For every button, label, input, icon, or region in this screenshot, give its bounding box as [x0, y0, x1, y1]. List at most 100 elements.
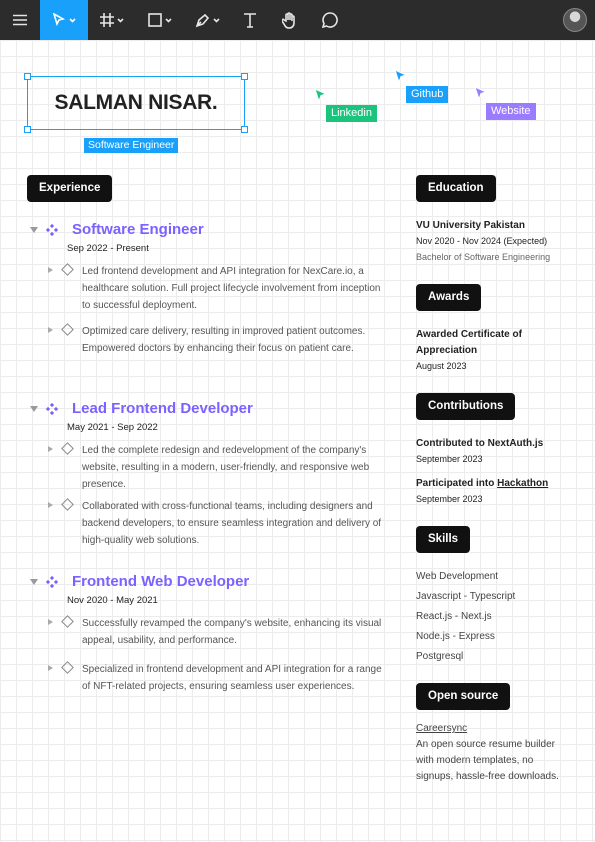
- linkedin-link[interactable]: Linkedin: [326, 105, 377, 122]
- award-title-line1: Awarded Certificate of: [416, 329, 522, 340]
- avatar[interactable]: [563, 8, 587, 32]
- list-item: Led the complete redesign and redevelopm…: [48, 442, 383, 493]
- job-title: Lead Frontend Developer: [72, 400, 253, 417]
- rectangle-icon: [148, 13, 162, 27]
- frame-icon: [100, 13, 114, 27]
- diamond-icon: [61, 442, 74, 455]
- education-dates: Nov 2020 - Nov 2024 (Expected): [416, 236, 548, 246]
- list-item: Specialized in frontend development and …: [48, 661, 383, 695]
- resize-handle[interactable]: [241, 73, 248, 80]
- caret-right-icon[interactable]: [48, 446, 53, 452]
- website-cursor-icon: [474, 86, 487, 100]
- bullet-text: Led frontend development and API integra…: [82, 266, 381, 311]
- resize-handle[interactable]: [241, 126, 248, 133]
- open-source-description: signups, hassle-free downloads.: [416, 771, 559, 782]
- caret-right-icon[interactable]: [48, 327, 53, 333]
- comment-icon: [322, 12, 338, 28]
- caret-right-icon[interactable]: [48, 267, 53, 273]
- job-date: Nov 2020 - May 2021: [67, 595, 158, 606]
- open-source-description: An open source resume builder: [416, 739, 555, 750]
- diamond-icon: [61, 615, 74, 628]
- diamond-icon: [61, 498, 74, 511]
- caret-right-icon[interactable]: [48, 619, 53, 625]
- education-degree: Bachelor of Software Engineering: [416, 252, 551, 262]
- contributions-heading: Contributions: [416, 393, 516, 420]
- diamond-icon: [61, 661, 74, 674]
- job-date: Sep 2022 - Present: [67, 243, 149, 254]
- resize-handle[interactable]: [24, 73, 31, 80]
- name-frame[interactable]: SALMAN NISAR.: [24, 73, 248, 133]
- award-date: August 2023: [416, 361, 467, 371]
- list-item: Optimized care delivery, resulting in im…: [48, 323, 383, 357]
- main-menu-button[interactable]: [0, 0, 40, 40]
- skill-item: React.js - Next.js: [416, 611, 492, 622]
- toolbar: [0, 0, 595, 40]
- cursor-arrow-icon: [52, 13, 66, 27]
- careersync-link[interactable]: Careersync: [416, 723, 467, 734]
- award-title-line2: Appreciation: [416, 345, 478, 356]
- bullet-text: Specialized in frontend development and …: [82, 664, 382, 692]
- contribution-title: Participated into Hackathon: [416, 478, 548, 489]
- github-cursor-icon: [394, 69, 407, 83]
- chevron-down-icon: [165, 17, 172, 23]
- hand-icon: [282, 11, 295, 29]
- job-title: Frontend Web Developer: [72, 573, 250, 590]
- caret-right-icon[interactable]: [48, 502, 53, 508]
- github-link[interactable]: Github: [406, 86, 449, 103]
- chevron-down-icon: [69, 17, 76, 23]
- caret-right-icon[interactable]: [48, 665, 53, 671]
- open-source-heading: Open source: [416, 683, 511, 710]
- job-title: Software Engineer: [72, 221, 204, 238]
- chevron-down-icon: [212, 17, 220, 23]
- contribution-date: September 2023: [416, 454, 483, 464]
- caret-down-icon[interactable]: [30, 226, 38, 233]
- hand-tool-button[interactable]: [270, 0, 310, 40]
- contribution-title: Contributed to NextAuth.js: [416, 438, 544, 449]
- diamond-icon: [61, 263, 74, 276]
- frame-tool-button[interactable]: [88, 0, 136, 40]
- diamond-icon: [61, 323, 74, 336]
- bullet-text: Successfully revamped the company's webs…: [82, 618, 382, 646]
- component-icon: [46, 402, 58, 415]
- awards-heading: Awards: [416, 284, 482, 311]
- caret-down-icon[interactable]: [30, 405, 38, 412]
- chevron-down-icon: [117, 17, 124, 23]
- skill-item: Postgresql: [416, 651, 464, 662]
- caret-down-icon[interactable]: [30, 578, 38, 585]
- hackathon-link[interactable]: Hackathon: [497, 478, 548, 489]
- comment-tool-button[interactable]: [310, 0, 350, 40]
- bullet-text: Led the complete redesign and redevelopm…: [82, 445, 370, 490]
- skill-item: Node.js - Express: [416, 631, 495, 642]
- pen-icon: [195, 13, 209, 27]
- role-label: Software Engineer: [84, 138, 179, 153]
- bullet-text: Optimized care delivery, resulting in im…: [82, 326, 366, 354]
- shape-tool-button[interactable]: [136, 0, 184, 40]
- list-item: Collaborated with cross-functional teams…: [48, 498, 383, 549]
- component-icon: [46, 223, 58, 236]
- resize-handle[interactable]: [24, 126, 31, 133]
- skills-heading: Skills: [416, 526, 471, 553]
- linkedin-cursor-icon: [314, 88, 327, 102]
- list-item: Successfully revamped the company's webs…: [48, 615, 383, 649]
- page-title: SALMAN NISAR.: [54, 91, 218, 114]
- pen-tool-button[interactable]: [184, 0, 230, 40]
- bullet-text: Collaborated with cross-functional teams…: [82, 501, 382, 546]
- education-heading: Education: [416, 175, 496, 202]
- job-title-row[interactable]: Lead Frontend Developer: [30, 400, 253, 417]
- contribution-date: September 2023: [416, 494, 483, 504]
- skill-item: Javascript - Typescript: [416, 591, 516, 602]
- text-tool-button[interactable]: [230, 0, 270, 40]
- skill-item: Web Development: [416, 571, 499, 582]
- list-item: Led frontend development and API integra…: [48, 263, 383, 314]
- job-title-row[interactable]: Frontend Web Developer: [30, 573, 249, 590]
- component-icon: [46, 575, 58, 588]
- job-title-row[interactable]: Software Engineer: [30, 221, 204, 238]
- text-icon: [244, 12, 256, 28]
- job-date: May 2021 - Sep 2022: [67, 422, 158, 433]
- website-link[interactable]: Website: [486, 103, 536, 120]
- move-tool-button[interactable]: [40, 0, 88, 40]
- open-source-description: with modern templates, no: [416, 755, 534, 766]
- hamburger-icon: [13, 14, 27, 26]
- contribution-title-prefix: Participated into: [416, 478, 498, 489]
- experience-heading: Experience: [27, 175, 113, 202]
